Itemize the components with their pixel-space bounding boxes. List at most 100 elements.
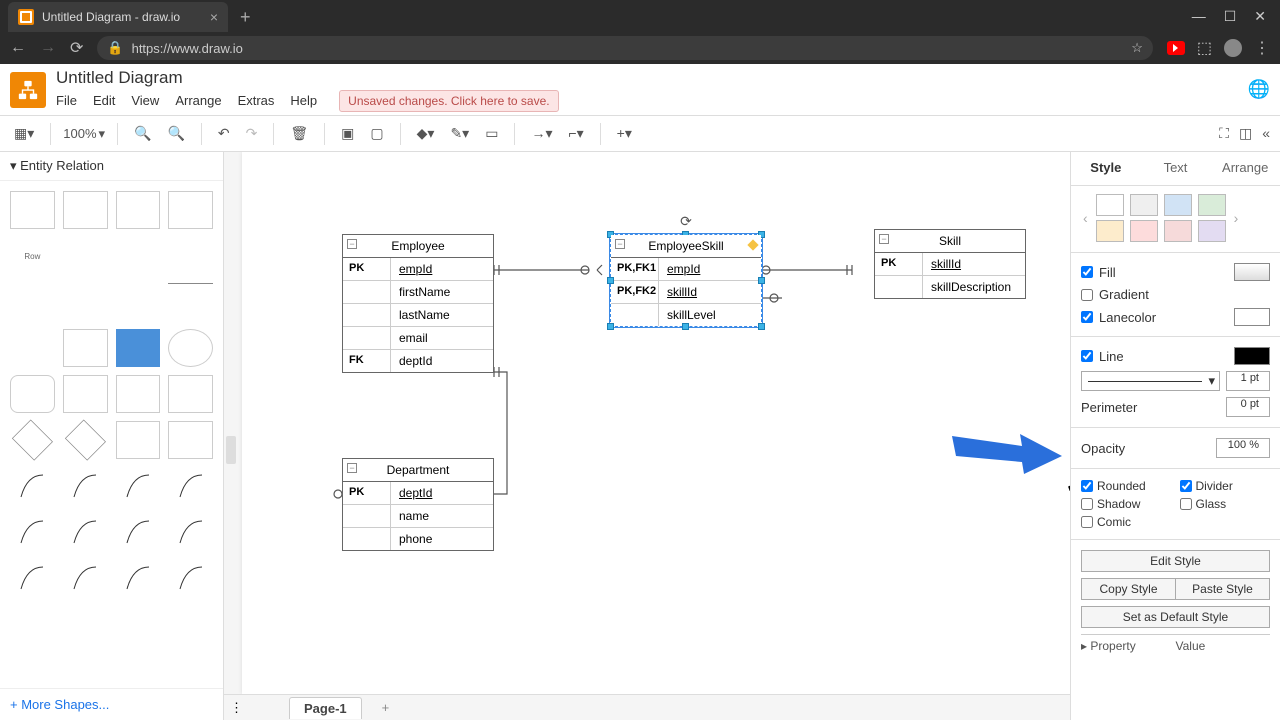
fill-color-icon[interactable]: ◆▾ bbox=[413, 123, 439, 144]
shape-thumb[interactable] bbox=[116, 467, 161, 505]
shape-thumb[interactable] bbox=[63, 375, 108, 413]
swatch-prev-icon[interactable]: ‹ bbox=[1081, 210, 1090, 226]
more-shapes-button[interactable]: + More Shapes... bbox=[0, 688, 223, 720]
tab-close-icon[interactable]: × bbox=[210, 9, 218, 25]
tab-arrange[interactable]: Arrange bbox=[1210, 152, 1280, 185]
shape-thumb[interactable] bbox=[168, 375, 213, 413]
insert-icon[interactable]: +▾ bbox=[613, 123, 636, 144]
shape-thumb[interactable] bbox=[168, 237, 213, 275]
menu-arrange[interactable]: Arrange bbox=[175, 93, 221, 108]
color-swatch[interactable] bbox=[1164, 194, 1192, 216]
window-close-icon[interactable]: ✕ bbox=[1254, 8, 1266, 25]
comic-checkbox[interactable]: Comic bbox=[1081, 515, 1172, 529]
default-style-button[interactable]: Set as Default Style bbox=[1081, 606, 1270, 628]
zoom-out-icon[interactable]: 🔍 bbox=[163, 123, 188, 144]
shape-thumb[interactable] bbox=[10, 559, 55, 597]
shape-thumb[interactable] bbox=[63, 283, 108, 321]
bookmark-star-icon[interactable]: ☆ bbox=[1131, 40, 1143, 56]
table-employee[interactable]: −Employee PKempId firstName lastName ema… bbox=[342, 234, 494, 373]
shape-thumb[interactable] bbox=[10, 191, 55, 229]
youtube-extension-icon[interactable] bbox=[1167, 41, 1185, 55]
shape-thumb[interactable] bbox=[63, 559, 108, 597]
view-mode-button[interactable]: ▦▾ bbox=[10, 123, 38, 144]
line-checkbox[interactable] bbox=[1081, 350, 1093, 362]
shape-thumb[interactable] bbox=[116, 237, 161, 275]
line-width-input[interactable]: 1 pt bbox=[1226, 371, 1270, 391]
shape-thumb[interactable] bbox=[116, 329, 161, 367]
color-swatch[interactable] bbox=[1130, 220, 1158, 242]
menu-view[interactable]: View bbox=[131, 93, 159, 108]
glass-checkbox[interactable]: Glass bbox=[1180, 497, 1271, 511]
color-swatch[interactable] bbox=[1198, 220, 1226, 242]
property-header[interactable]: ▸ Property Value bbox=[1081, 634, 1270, 657]
table-skill[interactable]: −Skill PKskillId skillDescription bbox=[874, 229, 1026, 299]
delete-icon[interactable]: 🗑 bbox=[286, 123, 312, 144]
page-menu-icon[interactable]: ⋮ bbox=[230, 700, 243, 716]
to-back-icon[interactable]: ▢ bbox=[366, 123, 387, 144]
forward-icon[interactable]: → bbox=[40, 39, 56, 57]
extension-icon[interactable]: ⬚ bbox=[1197, 38, 1212, 58]
shape-thumb[interactable] bbox=[63, 191, 108, 229]
shape-thumb[interactable] bbox=[10, 375, 55, 413]
opacity-input[interactable]: 100 % bbox=[1216, 438, 1270, 458]
shape-thumb[interactable] bbox=[116, 283, 161, 321]
tab-style[interactable]: Style bbox=[1071, 152, 1141, 185]
url-input[interactable]: 🔒 https://www.draw.io ☆ bbox=[97, 36, 1152, 60]
menu-extras[interactable]: Extras bbox=[238, 93, 275, 108]
shape-thumb[interactable] bbox=[116, 559, 161, 597]
undo-icon[interactable]: ↶ bbox=[214, 123, 234, 144]
sidebar-section-header[interactable]: ▾ Entity Relation bbox=[0, 152, 223, 181]
paste-style-button[interactable]: Paste Style bbox=[1175, 578, 1270, 600]
line-color-button[interactable] bbox=[1234, 347, 1270, 365]
lanecolor-button[interactable] bbox=[1234, 308, 1270, 326]
format-panel-icon[interactable]: ◫ bbox=[1239, 125, 1252, 142]
fill-color-button[interactable] bbox=[1234, 263, 1270, 281]
perimeter-input[interactable]: 0 pt bbox=[1226, 397, 1270, 417]
shape-thumb[interactable] bbox=[10, 283, 55, 321]
shape-thumb[interactable] bbox=[168, 283, 213, 321]
add-page-icon[interactable]: + bbox=[370, 700, 402, 715]
browser-tab[interactable]: Untitled Diagram - draw.io × bbox=[8, 2, 228, 32]
line-style-select[interactable]: ▾ bbox=[1081, 371, 1220, 391]
collapse-icon[interactable]: « bbox=[1262, 125, 1270, 142]
swatch-next-icon[interactable]: › bbox=[1232, 210, 1241, 226]
fullscreen-icon[interactable]: ⛶ bbox=[1219, 125, 1229, 142]
divider-checkbox[interactable]: Divider bbox=[1180, 479, 1271, 493]
window-maximize-icon[interactable]: ☐ bbox=[1224, 8, 1237, 25]
shape-thumb[interactable] bbox=[10, 467, 55, 505]
lanecolor-checkbox[interactable] bbox=[1081, 311, 1093, 323]
connection-icon[interactable]: →▾ bbox=[527, 123, 556, 144]
document-title[interactable]: Untitled Diagram bbox=[56, 68, 559, 88]
shape-thumb[interactable] bbox=[116, 375, 161, 413]
window-minimize-icon[interactable]: — bbox=[1192, 8, 1206, 24]
color-swatch[interactable] bbox=[1164, 220, 1192, 242]
save-warning[interactable]: Unsaved changes. Click here to save. bbox=[339, 90, 558, 112]
fill-checkbox[interactable] bbox=[1081, 266, 1093, 278]
back-icon[interactable]: ← bbox=[10, 39, 26, 57]
shape-thumb[interactable] bbox=[168, 191, 213, 229]
shape-thumb[interactable] bbox=[168, 329, 213, 367]
shadow-checkbox[interactable]: Shadow bbox=[1081, 497, 1172, 511]
to-front-icon[interactable]: ▣ bbox=[337, 123, 358, 144]
reload-icon[interactable]: ⟳ bbox=[70, 38, 83, 58]
sidebar-splitter[interactable] bbox=[226, 436, 236, 464]
menu-file[interactable]: File bbox=[56, 93, 77, 108]
edit-style-button[interactable]: Edit Style bbox=[1081, 550, 1270, 572]
rotate-handle-icon[interactable]: ⟳ bbox=[680, 213, 692, 230]
rounded-checkbox[interactable]: Rounded bbox=[1081, 479, 1172, 493]
shape-thumb[interactable] bbox=[12, 420, 53, 461]
shape-thumb[interactable] bbox=[63, 237, 108, 275]
shadow-icon[interactable]: ▭ bbox=[481, 123, 502, 144]
new-tab-button[interactable]: + bbox=[228, 2, 263, 32]
language-icon[interactable]: 🌐 bbox=[1248, 79, 1270, 100]
shape-thumb[interactable] bbox=[116, 421, 161, 459]
avatar-icon[interactable] bbox=[1224, 39, 1242, 57]
page-tab[interactable]: Page-1 bbox=[289, 697, 362, 719]
shape-thumb[interactable]: Row bbox=[10, 237, 55, 275]
zoom-select[interactable]: 100% ▾ bbox=[63, 126, 105, 142]
browser-menu-icon[interactable]: ⋮ bbox=[1254, 38, 1270, 58]
shape-thumb[interactable] bbox=[10, 329, 55, 367]
shape-thumb[interactable] bbox=[63, 329, 108, 367]
shape-thumb[interactable] bbox=[116, 513, 161, 551]
shape-thumb[interactable] bbox=[168, 421, 213, 459]
